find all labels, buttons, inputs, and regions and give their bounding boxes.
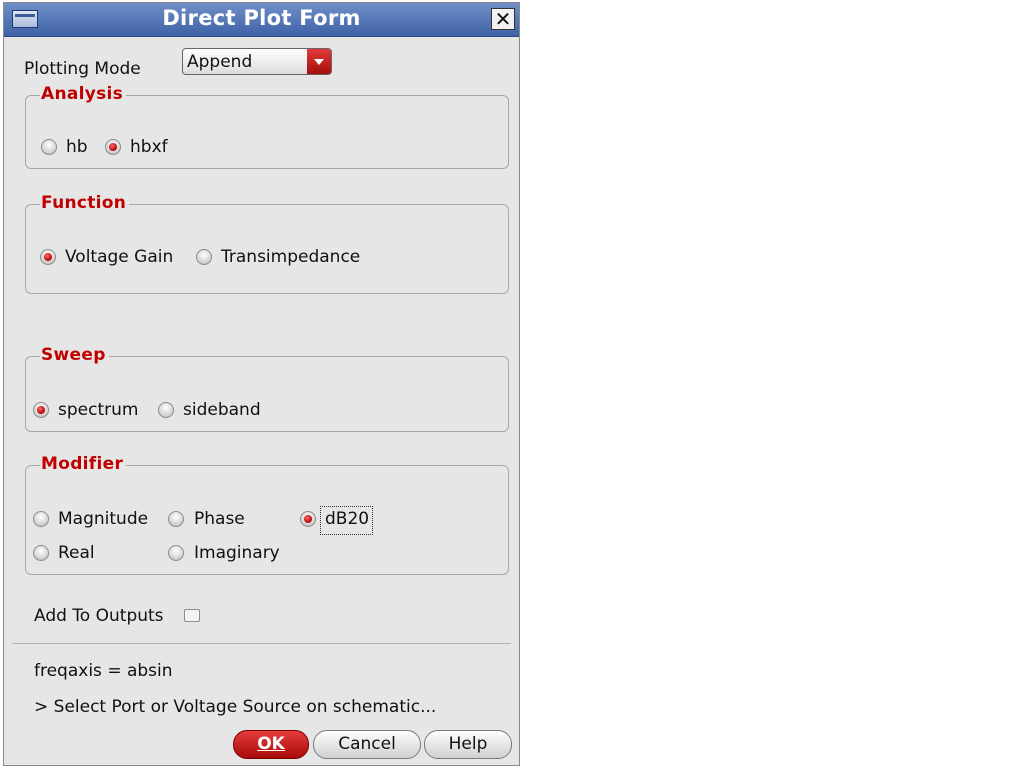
prompt-status: > Select Port or Voltage Source on schem… — [34, 697, 437, 717]
radio-voltage-gain[interactable] — [40, 249, 56, 265]
radio-real[interactable] — [33, 545, 49, 561]
add-to-outputs-checkbox[interactable] — [184, 609, 200, 622]
divider — [12, 643, 511, 644]
radio-magnitude-label[interactable]: Magnitude — [58, 509, 148, 529]
radio-db20[interactable] — [300, 511, 316, 527]
title-bar[interactable]: Direct Plot Form ✕ — [4, 3, 519, 37]
radio-sideband-label[interactable]: sideband — [183, 400, 261, 420]
window-title: Direct Plot Form — [162, 6, 361, 30]
plotting-mode-label: Plotting Mode — [24, 59, 141, 79]
radio-spectrum-label[interactable]: spectrum — [58, 400, 138, 420]
analysis-group: Analysis — [25, 84, 509, 169]
ok-button-label: OK — [257, 734, 285, 754]
radio-hb[interactable] — [41, 139, 57, 155]
radio-spectrum[interactable] — [33, 402, 49, 418]
radio-hbxf[interactable] — [105, 139, 121, 155]
direct-plot-form-window: Direct Plot Form ✕ Plotting Mode Append … — [3, 2, 520, 766]
close-icon[interactable]: ✕ — [491, 8, 515, 30]
function-title: Function — [40, 193, 130, 213]
cancel-button[interactable]: Cancel — [313, 730, 421, 759]
plotting-mode-value: Append — [187, 52, 253, 72]
radio-imaginary-label[interactable]: Imaginary — [194, 543, 280, 563]
plotting-mode-dropdown[interactable]: Append — [182, 48, 332, 75]
help-button-label: Help — [448, 734, 488, 754]
radio-transimpedance-label[interactable]: Transimpedance — [221, 247, 360, 267]
analysis-title: Analysis — [40, 84, 127, 104]
help-button[interactable]: Help — [424, 730, 512, 759]
sweep-title: Sweep — [40, 345, 109, 365]
modifier-title: Modifier — [40, 454, 127, 474]
radio-db20-label[interactable]: dB20 — [325, 509, 369, 529]
radio-imaginary[interactable] — [168, 545, 184, 561]
add-to-outputs-label[interactable]: Add To Outputs — [34, 606, 164, 626]
cancel-button-label: Cancel — [338, 734, 396, 754]
freqaxis-status: freqaxis = absin — [34, 661, 173, 681]
radio-real-label[interactable]: Real — [58, 543, 95, 563]
radio-phase-label[interactable]: Phase — [194, 509, 245, 529]
radio-hb-label[interactable]: hb — [66, 137, 88, 157]
chevron-down-icon[interactable] — [307, 49, 331, 74]
ok-button[interactable]: OK — [233, 730, 309, 759]
radio-transimpedance[interactable] — [196, 249, 212, 265]
radio-phase[interactable] — [168, 511, 184, 527]
radio-voltage-gain-label[interactable]: Voltage Gain — [65, 247, 173, 267]
radio-sideband[interactable] — [158, 402, 174, 418]
radio-magnitude[interactable] — [33, 511, 49, 527]
sweep-group: Sweep — [25, 345, 509, 432]
radio-hbxf-label[interactable]: hbxf — [130, 137, 168, 157]
